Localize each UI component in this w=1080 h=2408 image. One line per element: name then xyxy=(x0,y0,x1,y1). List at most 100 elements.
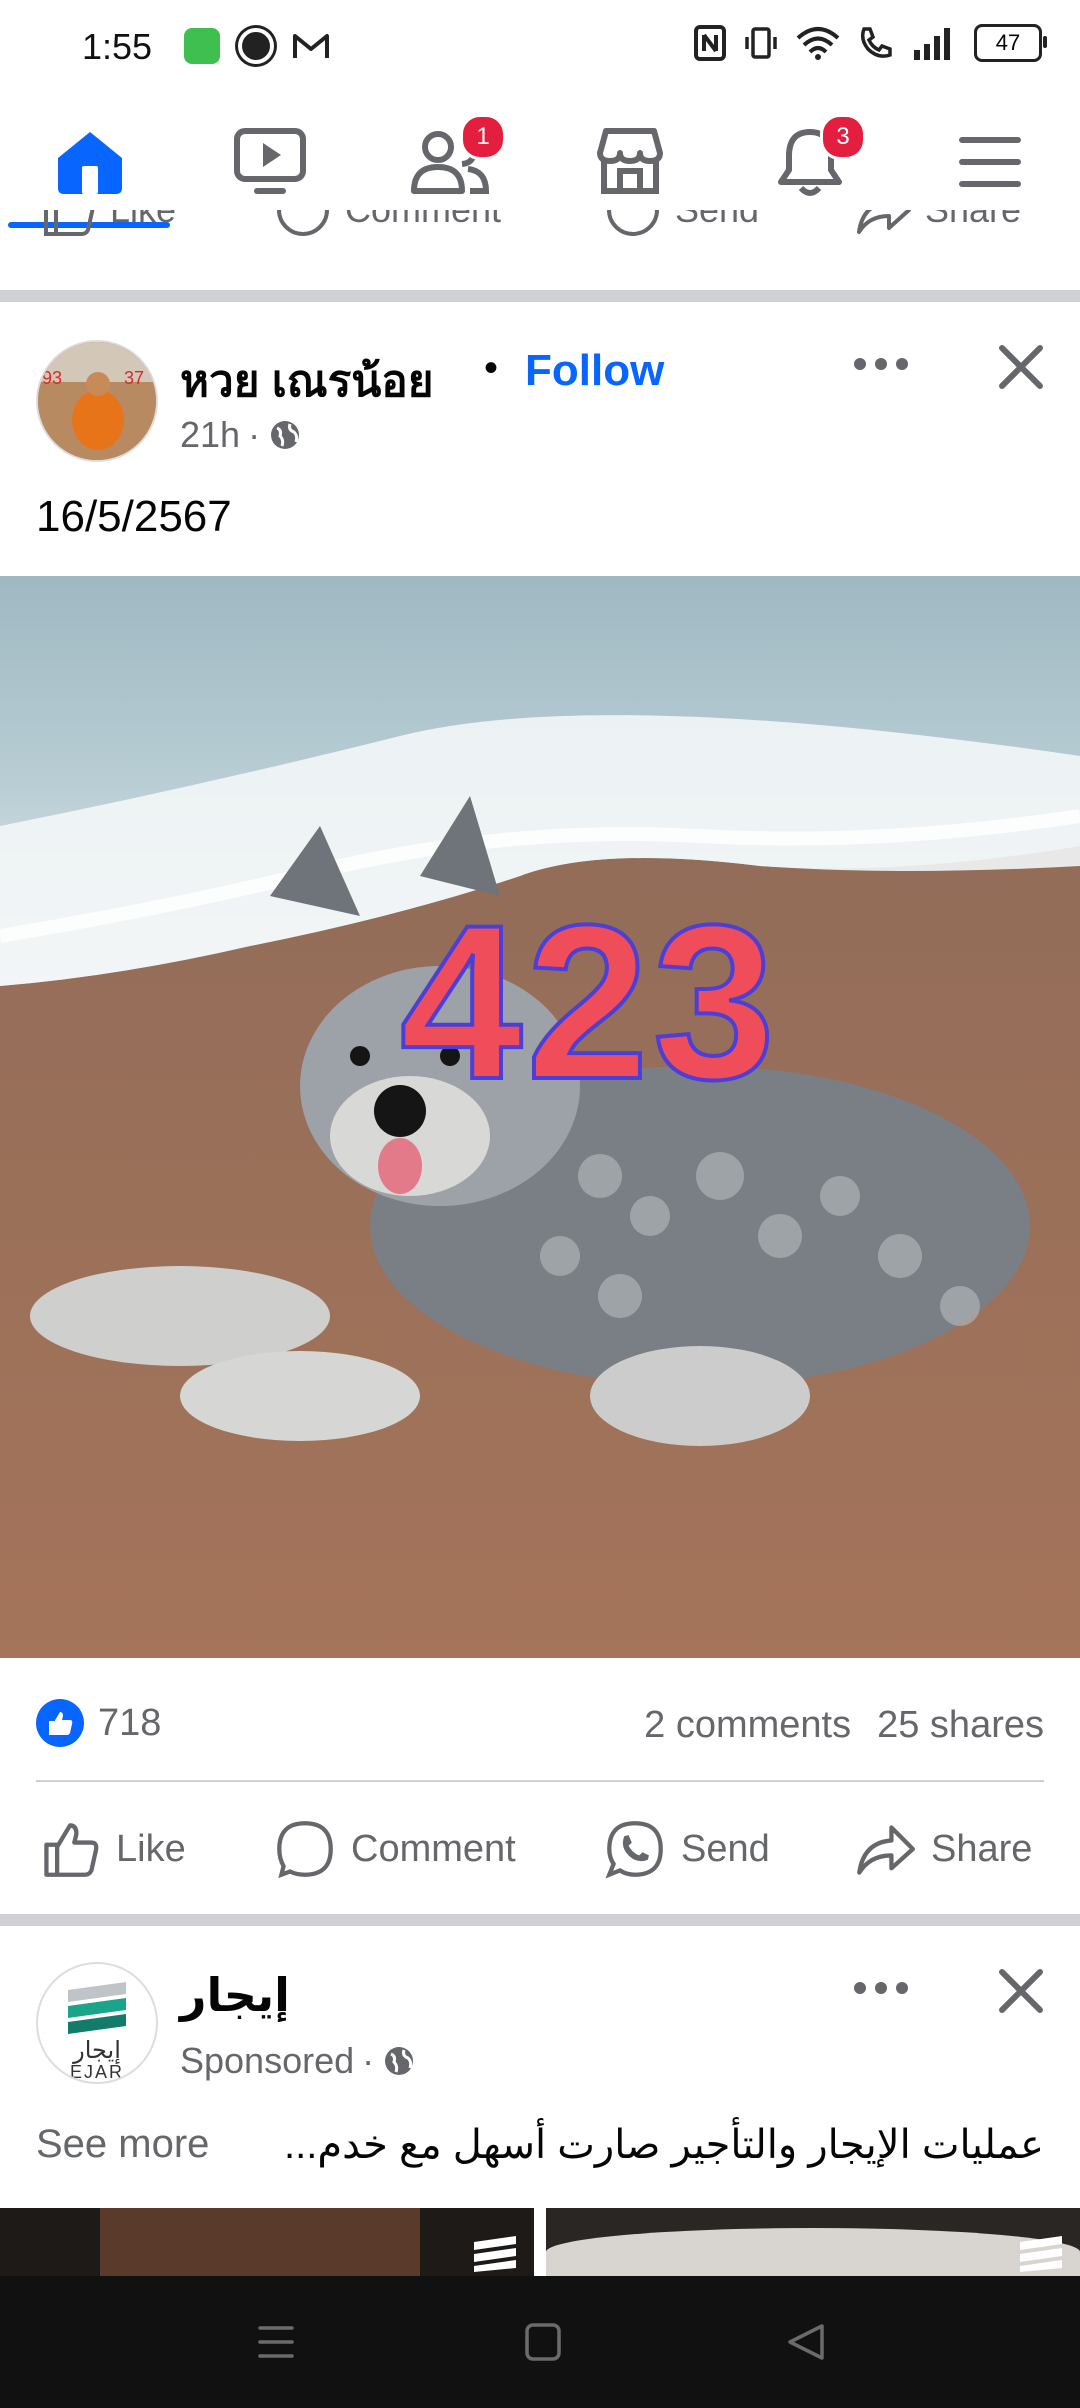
nav-friends-tab[interactable]: 1 xyxy=(360,96,540,228)
like-button[interactable]: Like xyxy=(40,1812,186,1886)
video-icon xyxy=(234,128,306,194)
image-number-overlay: 423 xyxy=(398,877,780,1127)
sponsor-meta: Sponsored · xyxy=(180,2040,416,2082)
status-right-icons: 47 xyxy=(694,24,1047,62)
post-text: 16/5/2567 xyxy=(36,492,232,541)
close-icon xyxy=(999,345,1043,389)
like-label: Like xyxy=(116,1827,186,1870)
nav-marketplace-tab[interactable] xyxy=(540,96,720,228)
ejar-watermark-icon xyxy=(474,2236,516,2272)
svg-text:93: 93 xyxy=(42,368,62,388)
post-time[interactable]: 21h xyxy=(180,414,240,456)
globe-icon xyxy=(385,2047,414,2075)
ejar-logo-text: إيجار xyxy=(73,2037,121,2064)
prev-like-label: Like xyxy=(110,210,176,231)
author-avatar[interactable]: 93 37 xyxy=(36,340,158,462)
sponsor-image-1[interactable] xyxy=(0,2208,534,2276)
sponsor-name[interactable]: إيجار xyxy=(180,1968,290,2022)
like-reaction-icon xyxy=(36,1699,84,1747)
shares-count[interactable]: 25 shares xyxy=(877,1704,1044,1747)
sponsor-meta-separator: · xyxy=(362,2040,375,2081)
prev-comment-label: Comment xyxy=(345,210,501,231)
comment-label: Comment xyxy=(351,1827,516,1870)
nav-video-tab[interactable] xyxy=(180,96,360,228)
status-left-icons xyxy=(184,28,330,64)
home-icon xyxy=(58,132,122,194)
post-author-name[interactable]: หวย เณรน้อย xyxy=(180,346,434,416)
prev-share-button[interactable]: Share xyxy=(855,210,1021,238)
share-button[interactable]: Share xyxy=(855,1812,1032,1886)
previous-post-actions: Like Comment Send Share xyxy=(0,210,1080,290)
thumbs-up-icon xyxy=(49,1712,73,1735)
comments-count[interactable]: 2 comments xyxy=(644,1704,851,1747)
status-bar: 1:55 47 xyxy=(0,0,1080,96)
svg-text:37: 37 xyxy=(124,368,144,388)
friends-badge: 1 xyxy=(460,114,506,160)
top-nav-bar: 1 3 xyxy=(0,96,1080,228)
whatsapp-icon xyxy=(605,1821,663,1879)
comment-icon xyxy=(277,1821,333,1879)
nav-notifications-tab[interactable]: 3 xyxy=(720,96,900,228)
author-separator: • xyxy=(484,346,499,390)
post-more-options-button[interactable] xyxy=(846,342,916,386)
gmail-icon xyxy=(293,34,329,58)
prev-send-label: Send xyxy=(675,210,759,231)
more-horizontal-icon xyxy=(854,1982,908,1994)
sponsor-text-row: See more عمليات الإيجار والتأجير صارت أس… xyxy=(36,2122,1044,2168)
nav-home-tab[interactable] xyxy=(0,96,180,228)
send-button[interactable]: Send xyxy=(605,1812,770,1886)
close-icon xyxy=(999,1969,1043,2013)
see-more-link[interactable]: See more xyxy=(36,2122,209,2168)
menu-icon xyxy=(959,137,1021,187)
notifications-badge: 3 xyxy=(820,114,866,160)
reactions-row: 718 2 comments 25 shares xyxy=(36,1698,1044,1748)
sponsor-avatar[interactable]: إيجار EJAR xyxy=(36,1962,158,2084)
share-label: Share xyxy=(931,1827,1033,1870)
home-button-icon[interactable] xyxy=(524,2322,562,2362)
avatar-image: 93 37 xyxy=(38,342,156,460)
marketplace-icon xyxy=(597,128,663,194)
globe-icon xyxy=(271,421,300,449)
share-icon xyxy=(857,1825,915,1875)
reactions-divider xyxy=(36,1780,1044,1782)
nfc-icon xyxy=(694,25,726,61)
post-separator xyxy=(0,290,1080,302)
prev-share-label: Share xyxy=(925,210,1021,231)
sponsor-more-options-button[interactable] xyxy=(846,1966,916,2010)
post-image[interactable]: 423 xyxy=(0,576,1080,1658)
prev-like-button[interactable]: Like xyxy=(40,210,176,238)
nav-menu-tab[interactable] xyxy=(900,96,1080,228)
status-time: 1:55 xyxy=(82,26,153,67)
more-horizontal-icon xyxy=(854,358,908,370)
reactions-count[interactable]: 718 xyxy=(98,1702,161,1745)
back-icon[interactable] xyxy=(786,2322,826,2362)
post-meta: 21h · xyxy=(180,414,302,456)
prev-comment-button[interactable]: Comment xyxy=(275,210,501,238)
prev-send-button[interactable]: Send xyxy=(605,210,759,238)
app-icon xyxy=(184,28,220,64)
signal-icon xyxy=(914,28,950,60)
sponsor-hide-button[interactable] xyxy=(990,1960,1052,2022)
send-label: Send xyxy=(681,1827,770,1870)
ejar-watermark-icon xyxy=(1020,2236,1062,2272)
recent-apps-icon[interactable] xyxy=(256,2324,296,2360)
sponsor-text: عمليات الإيجار والتأجير صارت أسهل مع خدم… xyxy=(284,2123,1044,2167)
battery-icon: 47 xyxy=(974,24,1047,62)
chrome-icon xyxy=(238,28,274,64)
whatsapp-icon xyxy=(607,210,659,236)
follow-button[interactable]: Follow xyxy=(525,346,664,396)
post-separator-2 xyxy=(0,1914,1080,1926)
sponsor-image-2[interactable] xyxy=(546,2208,1080,2276)
battery-level: 47 xyxy=(995,30,1021,55)
vibrate-icon xyxy=(745,27,777,59)
comment-button[interactable]: Comment xyxy=(275,1812,516,1886)
sponsored-label: Sponsored xyxy=(180,2040,355,2081)
like-icon xyxy=(44,210,95,236)
post-hide-button[interactable] xyxy=(990,336,1052,398)
ejar-logo-subtext: EJAR xyxy=(69,2062,124,2082)
like-icon xyxy=(44,1823,99,1877)
post-actions: Like Comment Send Share xyxy=(0,1812,1080,1886)
system-navigation-bar xyxy=(0,2276,1080,2408)
share-icon xyxy=(857,210,911,234)
engagement-counts: 2 comments 25 shares xyxy=(644,1704,1044,1747)
